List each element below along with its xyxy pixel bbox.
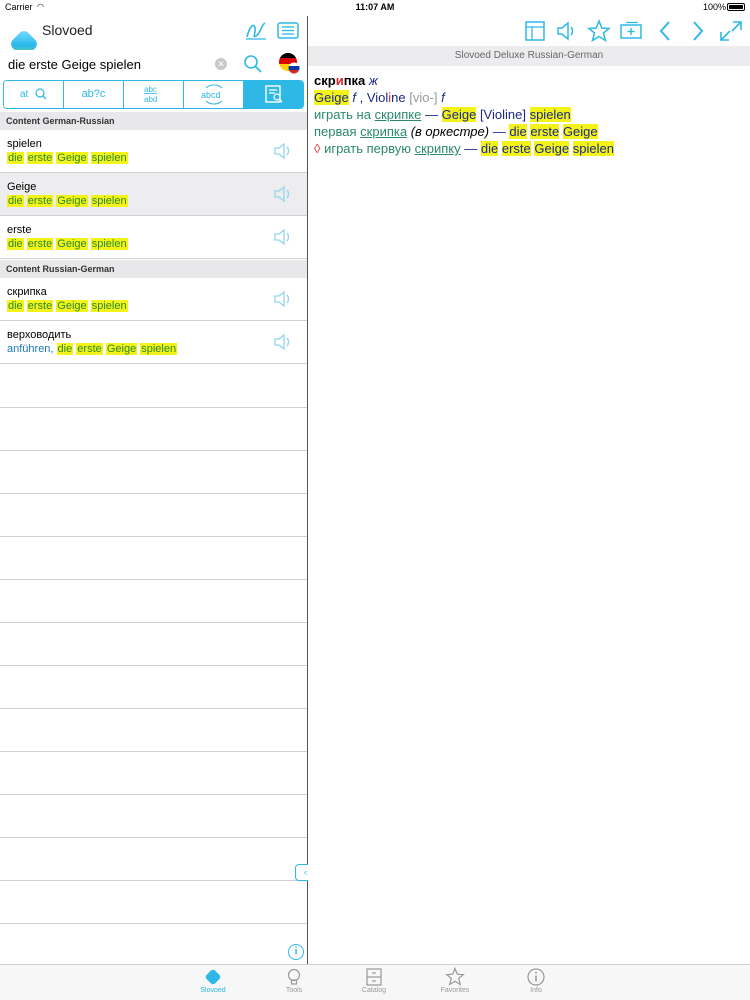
- article-example-line: первая скрипка (в оркестре) — die erste …: [314, 124, 598, 139]
- result-headword: верховодить: [7, 329, 72, 341]
- tab-bar: Slovoed Tools Catalog Favorites Info: [0, 964, 750, 1000]
- info-icon[interactable]: i: [288, 944, 304, 960]
- back-arrow-icon[interactable]: [653, 19, 679, 43]
- language-flag-icon[interactable]: [278, 52, 300, 74]
- article-translation-line: Geige f , Violine [vio-] f: [314, 90, 445, 105]
- mode-headword-search[interactable]: at: [4, 81, 64, 108]
- mode-fuzzy-search[interactable]: abc abd: [124, 81, 184, 108]
- pronounce-speaker-icon[interactable]: [272, 141, 294, 161]
- list-separator: [0, 837, 307, 838]
- pronounce-speaker-icon[interactable]: [272, 184, 294, 204]
- search-box: ✕: [4, 50, 230, 78]
- cross-reference-link[interactable]: скрипка: [360, 124, 407, 139]
- svg-text:abc: abc: [144, 85, 157, 94]
- list-separator: [0, 794, 307, 795]
- battery-icon: [727, 3, 745, 11]
- favorite-star-icon[interactable]: [586, 18, 612, 43]
- section-header-russian-german: Content Russian-German: [0, 260, 307, 278]
- result-row[interactable]: верховодить anführen, die erste Geige sp…: [0, 321, 307, 364]
- app-title: Slovoed: [42, 22, 93, 38]
- result-translation: die erste Geige spielen: [7, 195, 128, 207]
- result-translation: die erste Geige spielen: [7, 300, 128, 312]
- full-text-search-icon[interactable]: [242, 53, 264, 75]
- lightbulb-icon: [264, 967, 324, 987]
- mode-full-text-search[interactable]: [244, 81, 303, 108]
- search-mode-segmented-control: at ab?c abc abd abcd: [3, 80, 304, 109]
- list-separator: [0, 622, 307, 623]
- article-toolbar: [308, 16, 750, 46]
- article-panel: Slovoed Deluxe Russian-German скрипка ж …: [308, 16, 750, 964]
- slovoed-logo-icon: [183, 967, 243, 987]
- result-row[interactable]: spielen die erste Geige spielen: [0, 130, 307, 173]
- tab-tools[interactable]: Tools: [264, 967, 324, 999]
- result-headword: erste: [7, 224, 32, 236]
- tab-slovoed[interactable]: Slovoed: [183, 967, 243, 999]
- result-headword: spielen: [7, 138, 42, 150]
- article-headword: скрипка: [314, 73, 366, 88]
- list-separator: [0, 407, 307, 408]
- list-separator: [0, 923, 307, 924]
- forward-arrow-icon[interactable]: [684, 19, 710, 43]
- clear-search-icon[interactable]: ✕: [215, 58, 227, 70]
- result-translation: die erste Geige spielen: [7, 152, 128, 164]
- status-bar: Carrier ◠ 11:07 AM 100%: [0, 0, 750, 16]
- cross-reference-link[interactable]: скрипке: [375, 107, 422, 122]
- article-headword-line: скрипка ж: [314, 72, 744, 89]
- star-icon: [425, 966, 485, 987]
- handwriting-icon[interactable]: [244, 20, 268, 42]
- article-idiom-line: ◊ играть первую скрипку — die erste Geig…: [314, 141, 614, 156]
- clock: 11:07 AM: [355, 2, 395, 12]
- tab-catalog[interactable]: Catalog: [344, 967, 404, 999]
- list-separator: [0, 880, 307, 881]
- pronounce-speaker-icon[interactable]: [272, 332, 294, 352]
- list-separator: [0, 665, 307, 666]
- gender-label: ж: [368, 73, 378, 88]
- tab-favorites[interactable]: Favorites: [425, 966, 485, 999]
- search-panel: Slovoed ✕ at ab?c abcabd abcd: [0, 16, 307, 964]
- result-headword: скрипка: [7, 286, 47, 298]
- list-separator: [0, 708, 307, 709]
- battery-percentage: 100%: [703, 2, 727, 12]
- mode-label: at: [20, 89, 29, 100]
- tab-info[interactable]: Info: [506, 967, 566, 999]
- fullscreen-expand-icon[interactable]: [718, 19, 744, 43]
- cabinet-icon: [344, 967, 404, 987]
- search-input[interactable]: [8, 54, 208, 74]
- mode-label: abcd: [201, 90, 221, 100]
- result-row[interactable]: скрипка die erste Geige spielen: [0, 278, 307, 321]
- list-separator: [0, 536, 307, 537]
- result-row[interactable]: erste die erste Geige spielen: [0, 216, 307, 259]
- result-row[interactable]: Geige die erste Geige spielen: [0, 173, 307, 216]
- speaker-icon[interactable]: [554, 19, 580, 43]
- result-headword: Geige: [7, 181, 37, 193]
- info-icon: [506, 967, 566, 987]
- mode-anagram-search[interactable]: abcd: [184, 81, 244, 108]
- dictionary-article: скрипка ж Geige f , Violine [vio-] f игр…: [314, 72, 744, 157]
- result-translation: anführen, die erste Geige spielen: [7, 343, 178, 355]
- pronounce-speaker-icon[interactable]: [272, 227, 294, 247]
- list-separator: [0, 450, 307, 451]
- section-header-german-russian: Content German-Russian: [0, 112, 307, 130]
- pronounce-speaker-icon[interactable]: [272, 289, 294, 309]
- result-translation: die erste Geige spielen: [7, 238, 128, 250]
- cross-reference-link[interactable]: скрипку: [415, 141, 461, 156]
- add-card-icon[interactable]: [618, 19, 644, 43]
- dictionary-list-icon[interactable]: [276, 20, 300, 42]
- dictionary-name-header: Slovoed Deluxe Russian-German: [308, 46, 750, 66]
- mode-wildcard-search[interactable]: ab?c: [64, 81, 124, 108]
- list-separator: [0, 579, 307, 580]
- list-separator: [0, 493, 307, 494]
- svg-text:abd: abd: [144, 95, 157, 104]
- table-view-icon[interactable]: [522, 19, 548, 43]
- article-example-line: играть на скрипке — Geige [Violine] spie…: [314, 107, 571, 122]
- list-separator: [0, 751, 307, 752]
